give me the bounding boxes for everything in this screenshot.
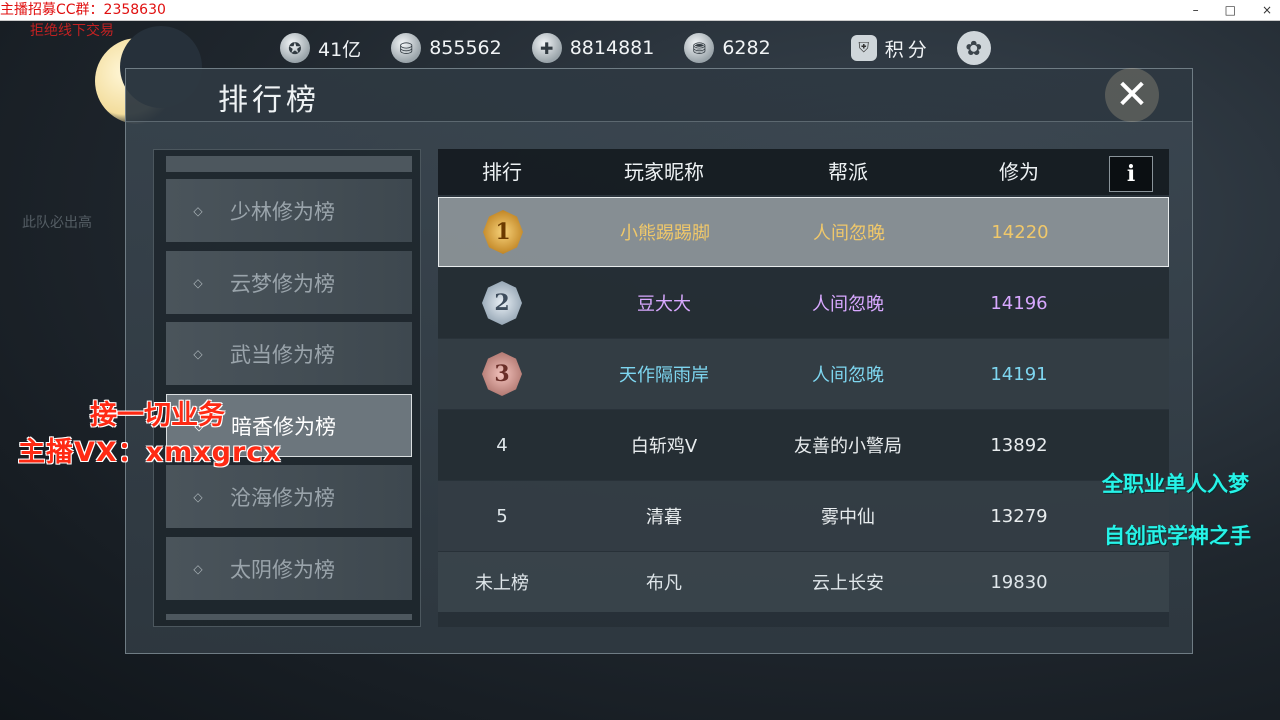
resource-silver: ⛁ 855562 <box>391 33 502 63</box>
player-name: 白斩鸡ᐯ <box>630 436 698 457</box>
diamond-bullet-icon: ◇ <box>193 275 203 290</box>
settings-gear-icon[interactable]: ✿ <box>956 31 991 65</box>
overlay-no-offline-trade: 拒绝线下交易 <box>30 23 114 39</box>
points-button[interactable]: ⛨ 积分 <box>850 35 931 62</box>
jade-ticket-icon: ✚ <box>531 33 562 63</box>
sidebar-item-wudang[interactable]: ◇ 武当修为榜 <box>166 322 412 385</box>
overlay-cyan-line1: 全职业单人入梦 <box>1102 472 1249 496</box>
rank-number: 5 <box>496 505 508 527</box>
player-name: 小熊踢踢脚 <box>620 223 710 244</box>
resource-bar: ✪ 41亿 ⛁ 855562 ✚ 8814881 ⛃ 6282 ⛨ 积分 ✿ <box>280 28 991 68</box>
diamond-bullet-icon: ◇ <box>193 203 203 218</box>
header-guild: 帮派 <box>828 160 868 184</box>
diamond-bullet-icon: ◇ <box>193 346 203 361</box>
close-button[interactable]: ✕ <box>1102 67 1162 123</box>
diamond-bullet-icon: ◇ <box>193 561 203 576</box>
cultivation-score: 14196 <box>990 292 1048 314</box>
resource-value: 8814881 <box>569 37 655 59</box>
guild-name: 雾中仙 <box>821 507 875 528</box>
silver-medal-icon: 2 <box>482 281 522 325</box>
my-rank-row: 未上榜 布凡 云上长安 19830 <box>438 552 1169 612</box>
sidebar-item-shaolin[interactable]: ◇ 少林修为榜 <box>166 179 412 242</box>
sidebar-item-label: 云梦修为榜 <box>230 271 335 296</box>
close-window-icon[interactable]: × <box>1262 0 1272 20</box>
resource-gold: ⛃ 6282 <box>684 33 771 63</box>
sidebar-item-label: 太阴修为榜 <box>230 557 335 582</box>
table-row[interactable]: 4 白斩鸡ᐯ 友善的小警局 13892 <box>438 410 1169 480</box>
info-icon[interactable]: i <box>1109 156 1153 192</box>
resource-jade: ✚ 8814881 <box>531 33 655 63</box>
window-titlebar: 主播招募CC群：2358630 – □ × <box>0 0 1280 21</box>
sidebar-scroll-edge-bottom <box>166 614 412 620</box>
my-rank: 未上榜 <box>475 573 529 594</box>
rank-cell: 1 <box>439 198 567 266</box>
window-title-overlay: 主播招募CC群：2358630 <box>0 2 166 18</box>
table-row[interactable]: 2 豆大大 人间忽晚 14196 <box>438 268 1169 338</box>
sidebar-item-canghai[interactable]: ◇ 沧海修为榜 <box>166 465 412 528</box>
sidebar-item-taiyin[interactable]: ◇ 太阴修为榜 <box>166 537 412 600</box>
guild-name: 人间忽晚 <box>813 223 885 244</box>
sidebar-item-label: 武当修为榜 <box>230 342 335 367</box>
shield-icon: ⛨ <box>850 35 877 61</box>
panel-header: 排行榜 ✕ <box>126 67 1192 123</box>
cultivation-score: 13279 <box>990 505 1048 527</box>
cultivation-score: 13892 <box>990 434 1048 456</box>
header-cultivation: 修为 <box>999 160 1039 184</box>
leaderboard-panel: 排行榜 ✕ ◇ 少林修为榜 ◇ 云梦修为榜 ◇ 武当修为榜 ◇ 暗香修为榜 ◇ … <box>125 68 1193 654</box>
table-row[interactable]: 3 天作隔雨岸 人间忽晚 14191 <box>438 339 1169 409</box>
player-name: 天作隔雨岸 <box>619 365 709 386</box>
ranking-category-sidebar: ◇ 少林修为榜 ◇ 云梦修为榜 ◇ 武当修为榜 ◇ 暗香修为榜 ◇ 沧海修为榜 … <box>153 149 421 627</box>
table-row[interactable]: 1 小熊踢踢脚 人间忽晚 14220 <box>438 197 1169 267</box>
overlay-contact-text: 主播VX：xmxgrcx <box>18 437 282 468</box>
my-cultivation-score: 19830 <box>990 571 1048 593</box>
silver-ingot-icon: ⛁ <box>391 33 422 63</box>
rank-cell: 3 <box>438 339 566 409</box>
sidebar-item-yunmeng[interactable]: ◇ 云梦修为榜 <box>166 251 412 314</box>
minimize-icon[interactable]: – <box>1193 0 1199 20</box>
overlay-cyan-line2: 自创武学神之手 <box>1104 524 1251 548</box>
guild-name: 人间忽晚 <box>812 365 884 386</box>
player-name: 豆大大 <box>637 294 691 315</box>
resource-value: 855562 <box>429 37 502 59</box>
cultivation-score: 14220 <box>991 221 1049 243</box>
close-icon: ✕ <box>1115 72 1149 118</box>
guild-name: 人间忽晚 <box>812 294 884 315</box>
table-row[interactable]: 5 清暮 雾中仙 13279 <box>438 481 1169 551</box>
page-title: 排行榜 <box>218 83 320 118</box>
gold-medal-icon: 1 <box>483 210 523 254</box>
my-guild-name: 云上长安 <box>812 573 884 594</box>
maximize-icon[interactable]: □ <box>1225 0 1236 20</box>
header-rank: 排行 <box>482 160 522 184</box>
resource-coin: ✪ 41亿 <box>280 33 361 63</box>
leaderboard-table: 排行 玩家昵称 帮派 修为 i 1 小熊踢踢脚 人间忽晚 14220 2 豆大大… <box>438 149 1169 627</box>
table-header: 排行 玩家昵称 帮派 修为 i <box>438 149 1169 195</box>
resource-value: 41亿 <box>318 38 362 61</box>
resource-value: 6282 <box>722 37 771 59</box>
sidebar-item-label: 少林修为榜 <box>230 199 335 224</box>
window-controls: – □ × <box>1193 0 1272 20</box>
overlay-business-text: 接一切业务 <box>90 400 225 431</box>
cultivation-score: 14191 <box>990 363 1048 385</box>
rank-cell: 2 <box>438 268 566 338</box>
background-ghost-text: 此队必出高 <box>22 215 92 231</box>
guild-name: 友善的小警局 <box>794 436 902 457</box>
player-name: 清暮 <box>646 507 682 528</box>
sidebar-item-label: 沧海修为榜 <box>230 485 335 510</box>
coin-stack-icon: ✪ <box>280 33 310 63</box>
bronze-medal-icon: 3 <box>482 352 522 396</box>
rank-number: 4 <box>496 434 508 456</box>
my-player-name: 布凡 <box>646 573 682 594</box>
diamond-bullet-icon: ◇ <box>193 489 203 504</box>
points-label: 积分 <box>884 38 931 61</box>
header-player-name: 玩家昵称 <box>624 160 704 184</box>
gold-ingot-icon: ⛃ <box>684 33 715 63</box>
sidebar-scroll-edge-top <box>166 156 412 172</box>
